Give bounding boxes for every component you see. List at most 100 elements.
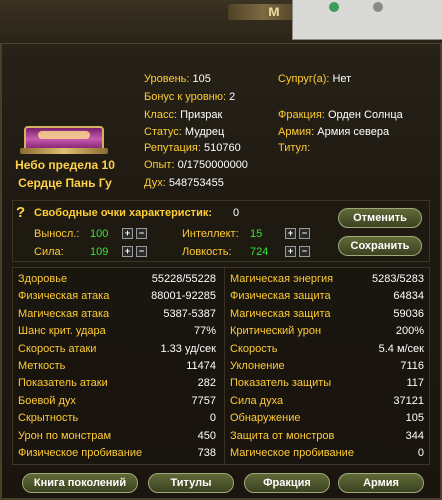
info-value: 105: [192, 73, 211, 85]
decrease-agility-button[interactable]: −: [299, 246, 310, 257]
attr-label: Интеллект:: [182, 228, 239, 240]
increase-agility-button[interactable]: +: [285, 246, 296, 257]
stat-left-row: Показатель атаки 282: [18, 377, 216, 393]
stat-left-row: Боевой дух 7757: [18, 395, 216, 411]
save-button[interactable]: Сохранить: [338, 236, 422, 256]
stat-right-row: Критический урон 200%: [230, 325, 424, 341]
decrease-intellect-button[interactable]: −: [299, 228, 310, 239]
info-army: Армия: Армия севера: [278, 126, 389, 138]
info-level: Уровень: 105: [144, 73, 211, 85]
stat-value: 37121: [393, 394, 424, 407]
info-value: 510760: [203, 142, 241, 154]
info-label: Фракция:: [278, 109, 325, 121]
attr-label: Ловкость:: [182, 246, 232, 258]
attr-intellect: Интеллект: 15: [182, 228, 262, 240]
emblem-glow: [38, 131, 90, 139]
stat-value: 105: [405, 412, 424, 425]
stat-label: Боевой дух: [18, 394, 76, 407]
info-label: Дух:: [144, 177, 166, 189]
stat-right-row: Уклонение 7116: [230, 360, 424, 376]
stat-left-row: Физическое пробивание 738: [18, 447, 216, 463]
stat-label: Шанс крит. удара: [18, 325, 106, 338]
stat-label: Магическая защита: [230, 307, 331, 320]
stat-value: 5387-5387: [163, 307, 216, 320]
attr-label: Сила:: [34, 246, 64, 258]
status-dot-icon: [373, 2, 383, 12]
info-value: Орден Солнца: [327, 109, 403, 121]
decrease-stamina-button[interactable]: −: [136, 228, 147, 239]
info-label: Армия:: [278, 126, 315, 138]
attr-agility: Ловкость: 724: [182, 246, 268, 258]
info-value: Призрак: [180, 109, 223, 121]
info-spouse: Супруг(а): Нет: [278, 73, 351, 85]
stat-value: 0: [417, 447, 424, 459]
stat-left-row: Скрытность 0: [18, 412, 216, 428]
stat-value: 55228/55228: [151, 273, 216, 285]
stat-label: Скорость атаки: [18, 342, 97, 355]
stat-value: 5283/5283: [372, 273, 424, 285]
stat-label: Критический урон: [230, 325, 322, 338]
info-value: Нет: [332, 73, 352, 85]
tab-army[interactable]: Армия: [338, 473, 424, 493]
increase-stamina-button[interactable]: +: [122, 228, 133, 239]
increase-strength-button[interactable]: +: [122, 246, 133, 257]
stat-label: Магическое пробивание: [230, 447, 354, 459]
stat-value: 64834: [393, 290, 424, 303]
stat-label: Скорость: [230, 342, 278, 355]
stat-value: 5.4 м/сек: [378, 342, 424, 355]
stat-right-row: Магическая защита 59036: [230, 308, 424, 324]
stat-left-row: Магическая атака 5387-5387: [18, 308, 216, 324]
attr-value: 109: [90, 246, 109, 258]
attr-stamina: Выносл.: 100: [34, 228, 108, 240]
stat-label: Физическая атака: [18, 290, 110, 303]
info-faction: Фракция: Орден Солнца: [278, 109, 403, 121]
stat-right-row: Магическое пробивание 0: [230, 447, 424, 463]
stat-value: 7116: [400, 360, 424, 372]
stat-label: Защита от монстров: [230, 429, 335, 442]
free-points-label: Свободные очки характеристик:: [34, 207, 212, 219]
free-points-value: 0: [233, 207, 240, 219]
stat-value: 88001-92285: [151, 290, 216, 303]
guild-name-line2: Сердце Пань Гу: [18, 176, 112, 190]
stat-label: Сила духа: [230, 394, 284, 407]
tab-generations-book[interactable]: Книга поколений: [22, 473, 138, 493]
stat-right-row: Скорость 5.4 м/сек: [230, 343, 424, 359]
info-label: Статус:: [144, 126, 182, 138]
stat-value: 282: [197, 377, 216, 390]
stat-right-row: Магическая энергия 5283/5283: [230, 273, 424, 289]
info-label: Класс:: [144, 109, 177, 121]
info-label: Репутация:: [144, 142, 201, 154]
attr-value: 15: [250, 228, 263, 240]
stat-left-row: Физическая атака 88001-92285: [18, 290, 216, 306]
cancel-button[interactable]: Отменить: [338, 208, 422, 228]
stat-right-row: Обнаружение 105: [230, 412, 424, 428]
stat-value: 59036: [393, 307, 424, 320]
background-window-fragment: [292, 0, 442, 40]
stat-right-row: Сила духа 37121: [230, 395, 424, 411]
attr-value: 100: [90, 228, 109, 240]
info-label: Титул:: [278, 142, 311, 154]
status-dot-icon: [329, 2, 339, 12]
attr-value: 724: [250, 246, 269, 258]
stat-label: Магическая энергия: [230, 273, 334, 285]
info-value: 548753455: [168, 177, 224, 189]
attr-strength: Сила: 109: [34, 246, 108, 258]
decrease-strength-button[interactable]: −: [136, 246, 147, 257]
stat-value: 7757: [191, 394, 216, 407]
tab-faction[interactable]: Фракция: [244, 473, 330, 493]
stat-label: Физическая защита: [230, 290, 331, 303]
tab-titles[interactable]: Титулы: [148, 473, 234, 493]
stat-value: 0: [209, 412, 216, 425]
stat-value: 200%: [395, 325, 424, 338]
stat-label: Обнаружение: [230, 412, 301, 425]
stat-left-row: Урон по монстрам 450: [18, 430, 216, 446]
attr-label: Выносл.:: [34, 228, 80, 240]
info-label: Супруг(а):: [278, 73, 330, 85]
question-mark-icon[interactable]: ?: [16, 204, 25, 221]
stat-value: 117: [406, 377, 424, 390]
stat-value: 1.33 уд/сек: [160, 342, 216, 355]
stat-right-row: Физическая защита 64834: [230, 290, 424, 306]
info-value: Мудрец: [184, 126, 225, 138]
info-label: Опыт:: [144, 159, 175, 171]
increase-intellect-button[interactable]: +: [285, 228, 296, 239]
